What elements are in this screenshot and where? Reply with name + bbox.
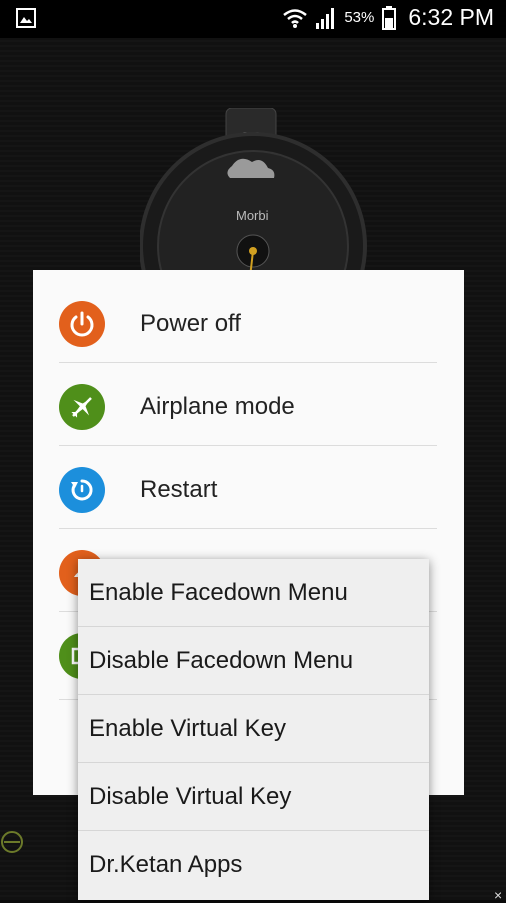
power-icon <box>59 300 105 347</box>
battery-icon <box>382 5 397 30</box>
menu-item-enable-facedown[interactable]: Enable Facedown Menu <box>78 559 429 627</box>
airplane-mode-option[interactable]: Airplane mode <box>59 365 437 448</box>
menu-item-disable-facedown[interactable]: Disable Facedown Menu <box>78 627 429 695</box>
restart-option[interactable]: Restart <box>59 448 437 531</box>
signal-icon <box>316 7 335 29</box>
wifi-icon <box>283 8 308 28</box>
power-off-label: Power off <box>140 309 241 337</box>
menu-item-dr-ketan-apps[interactable]: Dr.Ketan Apps <box>78 831 429 899</box>
menu-item-disable-virtual-key[interactable]: Disable Virtual Key <box>78 763 429 831</box>
gallery-icon <box>16 8 36 28</box>
divider <box>59 445 437 446</box>
divider <box>59 362 437 363</box>
close-icon[interactable]: × <box>494 887 502 903</box>
clock: 6:32 PM <box>408 4 494 30</box>
airplane-mode-label: Airplane mode <box>140 392 295 420</box>
battery-percent: 53% <box>344 9 375 26</box>
menu-item-enable-virtual-key[interactable]: Enable Virtual Key <box>78 695 429 763</box>
restart-label: Restart <box>140 475 218 503</box>
power-off-option[interactable]: Power off <box>59 282 437 365</box>
airplane-icon <box>59 383 105 430</box>
widget-location-label: Morbi <box>236 208 269 223</box>
divider <box>59 528 437 529</box>
context-menu: Enable Facedown Menu Disable Facedown Me… <box>78 559 429 900</box>
status-bar: 53% 6:32 PM <box>0 0 506 38</box>
launcher-logo-icon[interactable] <box>0 830 24 854</box>
restart-icon <box>59 466 105 513</box>
